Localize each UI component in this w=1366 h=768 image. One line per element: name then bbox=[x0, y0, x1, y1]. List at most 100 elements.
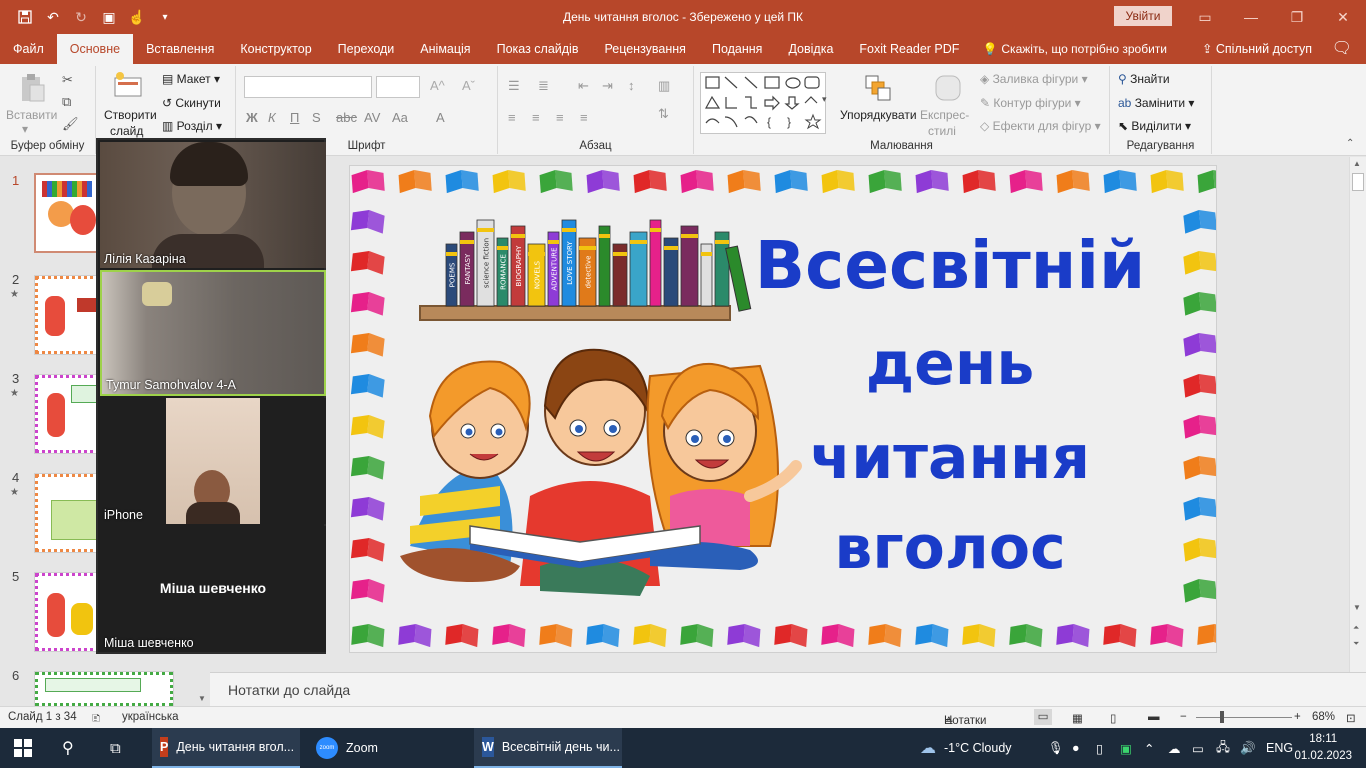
tab-animations[interactable]: Анімація bbox=[407, 34, 483, 64]
tab-review[interactable]: Рецензування bbox=[591, 34, 698, 64]
fit-slide-icon[interactable]: ⊡ bbox=[1346, 711, 1356, 725]
numbering-icon[interactable]: ≣ bbox=[538, 78, 549, 94]
zoom-out-icon[interactable]: − bbox=[1180, 711, 1187, 723]
increase-font-icon[interactable]: A^ bbox=[430, 78, 445, 93]
cut-icon[interactable]: ✂ bbox=[62, 72, 73, 88]
slide-thumbnail-6[interactable] bbox=[34, 671, 174, 707]
bullets-icon[interactable]: ☰ bbox=[508, 78, 520, 94]
slide-canvas[interactable]: POEMS FANTASY science fiction ROMANCE BIOGRA… bbox=[349, 165, 1217, 653]
paste-label[interactable]: Вставити bbox=[6, 108, 57, 122]
battery-icon[interactable]: ▭ bbox=[1192, 728, 1204, 768]
decrease-indent-icon[interactable]: ⇤ bbox=[578, 78, 589, 94]
tab-foxit[interactable]: Foxit Reader PDF bbox=[846, 34, 972, 64]
tab-file[interactable]: Файл bbox=[0, 34, 57, 64]
new-slide-icon[interactable] bbox=[112, 70, 144, 102]
tab-view[interactable]: Подання bbox=[699, 34, 775, 64]
align-left-icon[interactable]: ≡ bbox=[508, 110, 516, 125]
quick-styles-icon[interactable] bbox=[932, 72, 964, 104]
taskbar-app-word[interactable]: W Всесвітній день чи... bbox=[474, 728, 622, 768]
scroll-thumb[interactable] bbox=[1352, 173, 1364, 191]
language-tray[interactable]: ENG bbox=[1266, 728, 1293, 768]
editor-scrollbar[interactable]: ▲ ▼ ⏶ ⏷ bbox=[1349, 157, 1366, 672]
align-right-icon[interactable]: ≡ bbox=[556, 110, 564, 125]
justify-icon[interactable]: ≡ bbox=[580, 110, 588, 125]
tab-home[interactable]: Основне bbox=[56, 34, 134, 64]
align-center-icon[interactable]: ≡ bbox=[532, 110, 540, 125]
change-case-button[interactable]: Aa bbox=[392, 110, 408, 125]
comments-icon[interactable]: 🗨 bbox=[1332, 34, 1352, 64]
tell-me-box[interactable]: 💡 Скажіть, що потрібно зробити bbox=[972, 34, 1167, 64]
phone-icon[interactable]: ▯ bbox=[1096, 728, 1103, 768]
font-name-field[interactable] bbox=[244, 76, 372, 98]
replace-button[interactable]: ab Замінити ▾ bbox=[1118, 96, 1194, 110]
taskbar-app-zoom[interactable]: zoom Zoom bbox=[316, 728, 378, 768]
reset-button[interactable]: ↺ Скинути bbox=[162, 96, 221, 110]
task-view-icon[interactable]: ⧉ bbox=[110, 728, 121, 768]
present-icon[interactable]: ▣ bbox=[98, 6, 120, 28]
customize-qat-icon[interactable]: ▾ bbox=[154, 6, 176, 28]
new-slide-label-2[interactable]: слайд bbox=[110, 124, 143, 138]
network-icon[interactable]: 🖧 bbox=[1216, 728, 1230, 768]
font-size-field[interactable] bbox=[376, 76, 420, 98]
line-spacing-icon[interactable]: ↕ bbox=[628, 78, 635, 93]
search-icon[interactable]: ⚲ bbox=[62, 728, 74, 768]
video-tile[interactable]: Міша шевченко Міша шевченко bbox=[100, 526, 326, 652]
arrange-label[interactable]: Упорядкувати bbox=[840, 108, 917, 122]
scroll-up-icon[interactable]: ▲ bbox=[1353, 159, 1361, 168]
maximize-icon[interactable]: ❐ bbox=[1274, 0, 1320, 34]
char-spacing-icon[interactable]: AV bbox=[364, 110, 380, 125]
reading-view-icon[interactable]: ▯ bbox=[1110, 711, 1116, 725]
zoom-tray-icon[interactable]: ● bbox=[1072, 728, 1080, 768]
language-indicator[interactable]: українська bbox=[122, 711, 179, 723]
microphone-icon[interactable]: 🎙 bbox=[1048, 728, 1064, 768]
tab-transitions[interactable]: Переходи bbox=[325, 34, 408, 64]
previous-slide-icon[interactable]: ⏶ bbox=[1353, 623, 1359, 633]
onedrive-icon[interactable]: ☁ bbox=[1168, 728, 1181, 768]
taskbar-app-powerpoint[interactable]: P День читання вгол... bbox=[152, 728, 300, 768]
shape-fill-button[interactable]: ◈ Заливка фігури ▾ bbox=[980, 72, 1088, 86]
normal-view-icon[interactable]: ▭ bbox=[1034, 709, 1052, 725]
notes-pane[interactable]: Нотатки до слайда bbox=[210, 672, 1366, 706]
increase-indent-icon[interactable]: ⇥ bbox=[602, 78, 613, 94]
volume-icon[interactable]: 🔊 bbox=[1240, 728, 1256, 768]
shape-effects-button[interactable]: ◇ Ефекти для фігур ▾ bbox=[980, 119, 1101, 133]
decrease-font-icon[interactable]: Aˇ bbox=[462, 78, 475, 93]
app-tray-icon[interactable]: ▣ bbox=[1120, 728, 1132, 768]
ribbon-display-icon[interactable]: ▭ bbox=[1182, 0, 1228, 34]
zoom-level[interactable]: 68% bbox=[1312, 711, 1335, 723]
minimize-icon[interactable]: — bbox=[1228, 0, 1274, 34]
quick-styles-label-2[interactable]: стилі bbox=[928, 124, 956, 138]
select-button[interactable]: ⬉ Виділити ▾ bbox=[1118, 119, 1191, 133]
show-hidden-icons[interactable]: ⌃ bbox=[1144, 728, 1154, 768]
find-button[interactable]: ⚲ Знайти bbox=[1118, 72, 1170, 86]
copy-icon[interactable]: ⧉ bbox=[62, 94, 71, 110]
touch-mode-icon[interactable]: ☝ bbox=[126, 6, 148, 28]
tab-slideshow[interactable]: Показ слайдів bbox=[484, 34, 592, 64]
bold-button[interactable]: Ж bbox=[246, 110, 258, 125]
paste-dropdown-icon[interactable]: ▾ bbox=[22, 122, 28, 136]
video-tile[interactable]: Лілія Казаріна bbox=[100, 142, 326, 268]
undo-icon[interactable]: ↶ bbox=[42, 6, 64, 28]
zoom-in-icon[interactable]: + bbox=[1294, 711, 1301, 723]
slide-sorter-icon[interactable]: ▦ bbox=[1072, 711, 1083, 725]
zoom-slider-thumb[interactable] bbox=[1220, 711, 1224, 723]
paste-icon[interactable] bbox=[16, 72, 48, 104]
new-slide-label-1[interactable]: Створити bbox=[104, 108, 157, 122]
share-button[interactable]: ⇪ Спільний доступ bbox=[1202, 34, 1312, 64]
scroll-down-icon[interactable]: ▼ bbox=[198, 694, 206, 703]
close-icon[interactable]: ✕ bbox=[1320, 0, 1366, 34]
quick-styles-label-1[interactable]: Експрес- bbox=[920, 108, 969, 122]
slideshow-icon[interactable]: ▬ bbox=[1148, 711, 1160, 723]
section-button[interactable]: ▥ Розділ ▾ bbox=[162, 119, 222, 133]
redo-icon[interactable]: ↻ bbox=[70, 6, 92, 28]
underline-button[interactable]: П bbox=[290, 110, 299, 125]
tab-help[interactable]: Довідка bbox=[775, 34, 846, 64]
shapes-more-icon[interactable]: ▾ bbox=[822, 94, 827, 105]
text-direction-icon[interactable]: ⇅ bbox=[658, 106, 669, 122]
video-tile[interactable]: Tymur Samohvalov 4-А bbox=[100, 270, 326, 396]
shapes-gallery[interactable]: {} bbox=[700, 72, 826, 134]
strikethrough-icon[interactable]: abc bbox=[336, 110, 357, 125]
scroll-down-icon[interactable]: ▼ bbox=[1353, 603, 1361, 612]
sign-in-button[interactable]: Увійти bbox=[1114, 6, 1172, 26]
collapse-ribbon-icon[interactable]: ⌃ bbox=[1346, 138, 1354, 149]
